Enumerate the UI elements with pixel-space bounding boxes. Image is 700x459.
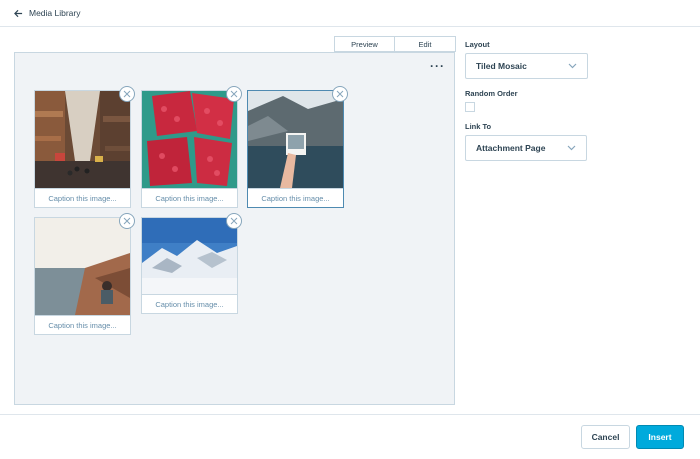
random-order-checkbox[interactable] [465,102,475,112]
raspberries-photo [142,91,237,188]
gallery-tile[interactable]: Caption this image... [247,90,344,208]
gallery-tile[interactable]: Caption this image... [34,90,131,208]
chevron-down-icon [567,145,576,151]
layout-value: Tiled Mosaic [476,61,527,71]
close-icon [336,90,344,98]
layout-select[interactable]: Tiled Mosaic [465,53,588,79]
remove-image-button[interactable] [119,213,135,229]
caption-input[interactable]: Caption this image... [142,188,237,207]
gallery-tile[interactable]: Caption this image... [141,90,238,208]
more-options-icon[interactable]: ··· [430,60,445,72]
link-to-select[interactable]: Attachment Page [465,135,587,161]
view-tabs: Preview Edit [334,36,456,52]
close-icon [230,217,238,225]
cancel-button[interactable]: Cancel [581,425,630,449]
snow-mountain-photo [142,218,237,294]
remove-image-button[interactable] [119,86,135,102]
layout-label: Layout [465,40,490,49]
gallery-settings-panel: Layout Tiled Mosaic Random Order Link To… [465,40,595,161]
close-icon [123,90,131,98]
gallery-tile[interactable]: Caption this image... [34,217,131,335]
link-to-value: Attachment Page [476,143,546,153]
caption-input[interactable]: Caption this image... [35,188,130,207]
remove-image-button[interactable] [226,86,242,102]
top-bar: Media Library [0,0,700,27]
caption-input[interactable]: Caption this image... [248,188,343,207]
tab-preview[interactable]: Preview [334,36,395,52]
sea-cliff-photo [35,218,130,315]
narrow-street-photo [35,91,130,188]
insert-button[interactable]: Insert [636,425,684,449]
remove-image-button[interactable] [226,213,242,229]
chevron-down-icon [568,63,577,69]
remove-image-button[interactable] [332,86,348,102]
random-order-label: Random Order [465,89,518,98]
back-label: Media Library [29,8,81,18]
tab-edit[interactable]: Edit [395,36,456,52]
gallery-tile[interactable]: Caption this image... [141,217,238,314]
back-to-media-library-link[interactable]: Media Library [14,8,81,18]
link-to-label: Link To [465,122,492,131]
arrow-left-icon [14,9,23,17]
caption-input[interactable]: Caption this image... [142,294,237,313]
close-icon [123,217,131,225]
lake-polaroid-photo [248,91,343,188]
caption-input[interactable]: Caption this image... [35,315,130,334]
close-icon [230,90,238,98]
